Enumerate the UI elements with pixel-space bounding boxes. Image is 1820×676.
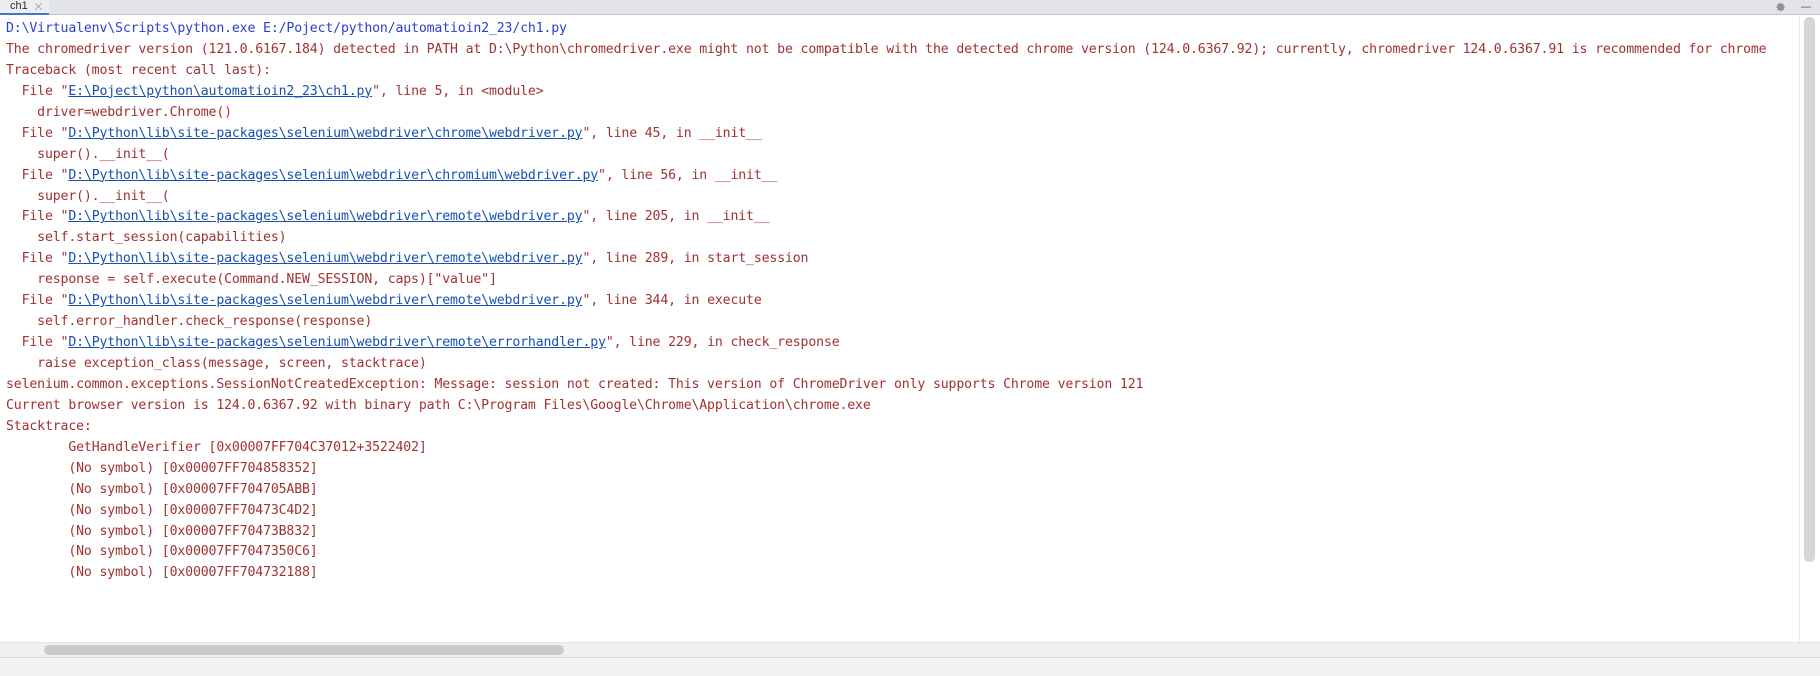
console-line-suffix: ", line 45, in __init__	[582, 125, 762, 141]
console-line: (No symbol) [0x00007FF70473C4D2]	[0, 501, 1799, 522]
console-line: self.start_session(capabilities)	[0, 228, 1799, 249]
console-error-line: (No symbol) [0x00007FF704705ABB]	[6, 481, 318, 497]
console-line: Traceback (most recent call last):	[0, 61, 1799, 82]
console-line: File "E:\Poject\python\automatioin2_23\c…	[0, 82, 1799, 103]
console-error-line: The chromedriver version (121.0.6167.184…	[6, 41, 1767, 57]
console-line-prefix: File "	[6, 251, 69, 267]
console-error-line: (No symbol) [0x00007FF704732188]	[6, 565, 318, 581]
source-file-link[interactable]: D:\Python\lib\site-packages\selenium\web…	[68, 126, 582, 141]
console-line: Current browser version is 124.0.6367.92…	[0, 396, 1799, 417]
console-line: response = self.execute(Command.NEW_SESS…	[0, 270, 1799, 291]
console-error-line: super().__init__(	[6, 188, 170, 204]
console-line-prefix: File "	[6, 167, 69, 183]
console-line-suffix: ", line 56, in __init__	[598, 167, 778, 183]
console-line-suffix: ", line 5, in <module>	[372, 83, 544, 99]
console-line: (No symbol) [0x00007FF7047350C6]	[0, 542, 1799, 563]
console-error-line: (No symbol) [0x00007FF70473B832]	[6, 523, 318, 539]
console-error-line: Current browser version is 124.0.6367.92…	[6, 397, 871, 413]
console-line: (No symbol) [0x00007FF704705ABB]	[0, 480, 1799, 501]
console-command-line: D:\Virtualenv\Scripts\python.exe E:/Poje…	[6, 21, 567, 36]
vertical-scrollbar-thumb[interactable]	[1804, 17, 1815, 562]
console-line-suffix: ", line 205, in __init__	[582, 209, 770, 225]
console-line-prefix: File "	[6, 209, 69, 225]
console-error-line: GetHandleVerifier [0x00007FF704C37012+35…	[6, 439, 427, 455]
minimize-icon[interactable]	[1800, 1, 1812, 13]
console-line: (No symbol) [0x00007FF704858352]	[0, 459, 1799, 480]
run-tool-window-tabstrip: ch1	[0, 0, 1820, 15]
console-error-line: self.error_handler.check_response(respon…	[6, 314, 373, 330]
console-error-line: (No symbol) [0x00007FF704858352]	[6, 460, 318, 476]
console-output[interactable]: D:\Virtualenv\Scripts\python.exe E:/Poje…	[0, 15, 1799, 642]
console-line-prefix: File "	[6, 83, 69, 99]
source-file-link[interactable]: D:\Python\lib\site-packages\selenium\web…	[68, 209, 582, 224]
console-line: File "D:\Python\lib\site-packages\seleni…	[0, 291, 1799, 312]
console-error-line: (No symbol) [0x00007FF70473C4D2]	[6, 502, 318, 518]
source-file-link[interactable]: D:\Python\lib\site-packages\selenium\web…	[68, 168, 598, 183]
console-line: The chromedriver version (121.0.6167.184…	[0, 40, 1799, 61]
console-line: selenium.common.exceptions.SessionNotCre…	[0, 375, 1799, 396]
horizontal-scrollbar-thumb[interactable]	[44, 645, 564, 655]
source-file-link[interactable]: D:\Python\lib\site-packages\selenium\web…	[68, 251, 582, 266]
console-error-line: (No symbol) [0x00007FF7047350C6]	[6, 544, 318, 560]
console-error-line: super().__init__(	[6, 146, 170, 162]
console-line: File "D:\Python\lib\site-packages\seleni…	[0, 207, 1799, 228]
source-file-link[interactable]: E:\Poject\python\automatioin2_23\ch1.py	[68, 84, 372, 99]
console-line-suffix: ", line 229, in check_response	[605, 335, 840, 351]
console-line: Stacktrace:	[0, 417, 1799, 438]
settings-gear-icon[interactable]	[1774, 1, 1786, 13]
close-icon[interactable]	[34, 2, 43, 11]
console-error-line: Traceback (most recent call last):	[6, 62, 271, 78]
console-line: D:\Virtualenv\Scripts\python.exe E:/Poje…	[0, 19, 1799, 40]
console-line: File "D:\Python\lib\site-packages\seleni…	[0, 124, 1799, 145]
console-line: File "D:\Python\lib\site-packages\seleni…	[0, 249, 1799, 270]
horizontal-scrollbar[interactable]	[0, 642, 1820, 657]
console-line: (No symbol) [0x00007FF704732188]	[0, 563, 1799, 584]
console-error-line: selenium.common.exceptions.SessionNotCre…	[6, 376, 1144, 392]
console-error-line: driver=webdriver.Chrome()	[6, 104, 232, 120]
console-line: self.error_handler.check_response(respon…	[0, 312, 1799, 333]
console-line: (No symbol) [0x00007FF70473B832]	[0, 522, 1799, 543]
status-bar	[0, 657, 1820, 676]
console-error-line: Stacktrace:	[6, 418, 92, 434]
console-line-prefix: File "	[6, 293, 69, 309]
console-error-line: response = self.execute(Command.NEW_SESS…	[6, 272, 497, 288]
console-error-line: raise exception_class(message, screen, s…	[6, 356, 427, 371]
ide-run-console-window: ch1 D:\Virtualenv\Scripts\python.exe E:/…	[0, 0, 1820, 676]
console-line-suffix: ", line 289, in start_session	[582, 251, 809, 267]
console-line-suffix: ", line 344, in execute	[582, 293, 762, 309]
console-line: driver=webdriver.Chrome()	[0, 103, 1799, 124]
console-line: super().__init__(	[0, 187, 1799, 208]
console-line: GetHandleVerifier [0x00007FF704C37012+35…	[0, 438, 1799, 459]
console-area: D:\Virtualenv\Scripts\python.exe E:/Poje…	[0, 15, 1820, 642]
console-error-line: self.start_session(capabilities)	[6, 230, 287, 246]
vertical-scrollbar[interactable]	[1799, 15, 1820, 642]
console-line-prefix: File "	[6, 335, 69, 351]
console-line: raise exception_class(message, screen, s…	[0, 354, 1799, 375]
source-file-link[interactable]: D:\Python\lib\site-packages\selenium\web…	[68, 293, 582, 308]
console-line-prefix: File "	[6, 125, 69, 141]
console-line: File "D:\Python\lib\site-packages\seleni…	[0, 166, 1799, 187]
run-tab-ch1[interactable]: ch1	[0, 0, 49, 15]
source-file-link[interactable]: D:\Python\lib\site-packages\selenium\web…	[68, 335, 606, 350]
console-line: super().__init__(	[0, 145, 1799, 166]
run-tab-label: ch1	[10, 0, 28, 12]
tabstrip-actions	[1774, 0, 1820, 14]
console-line: File "D:\Python\lib\site-packages\seleni…	[0, 333, 1799, 354]
